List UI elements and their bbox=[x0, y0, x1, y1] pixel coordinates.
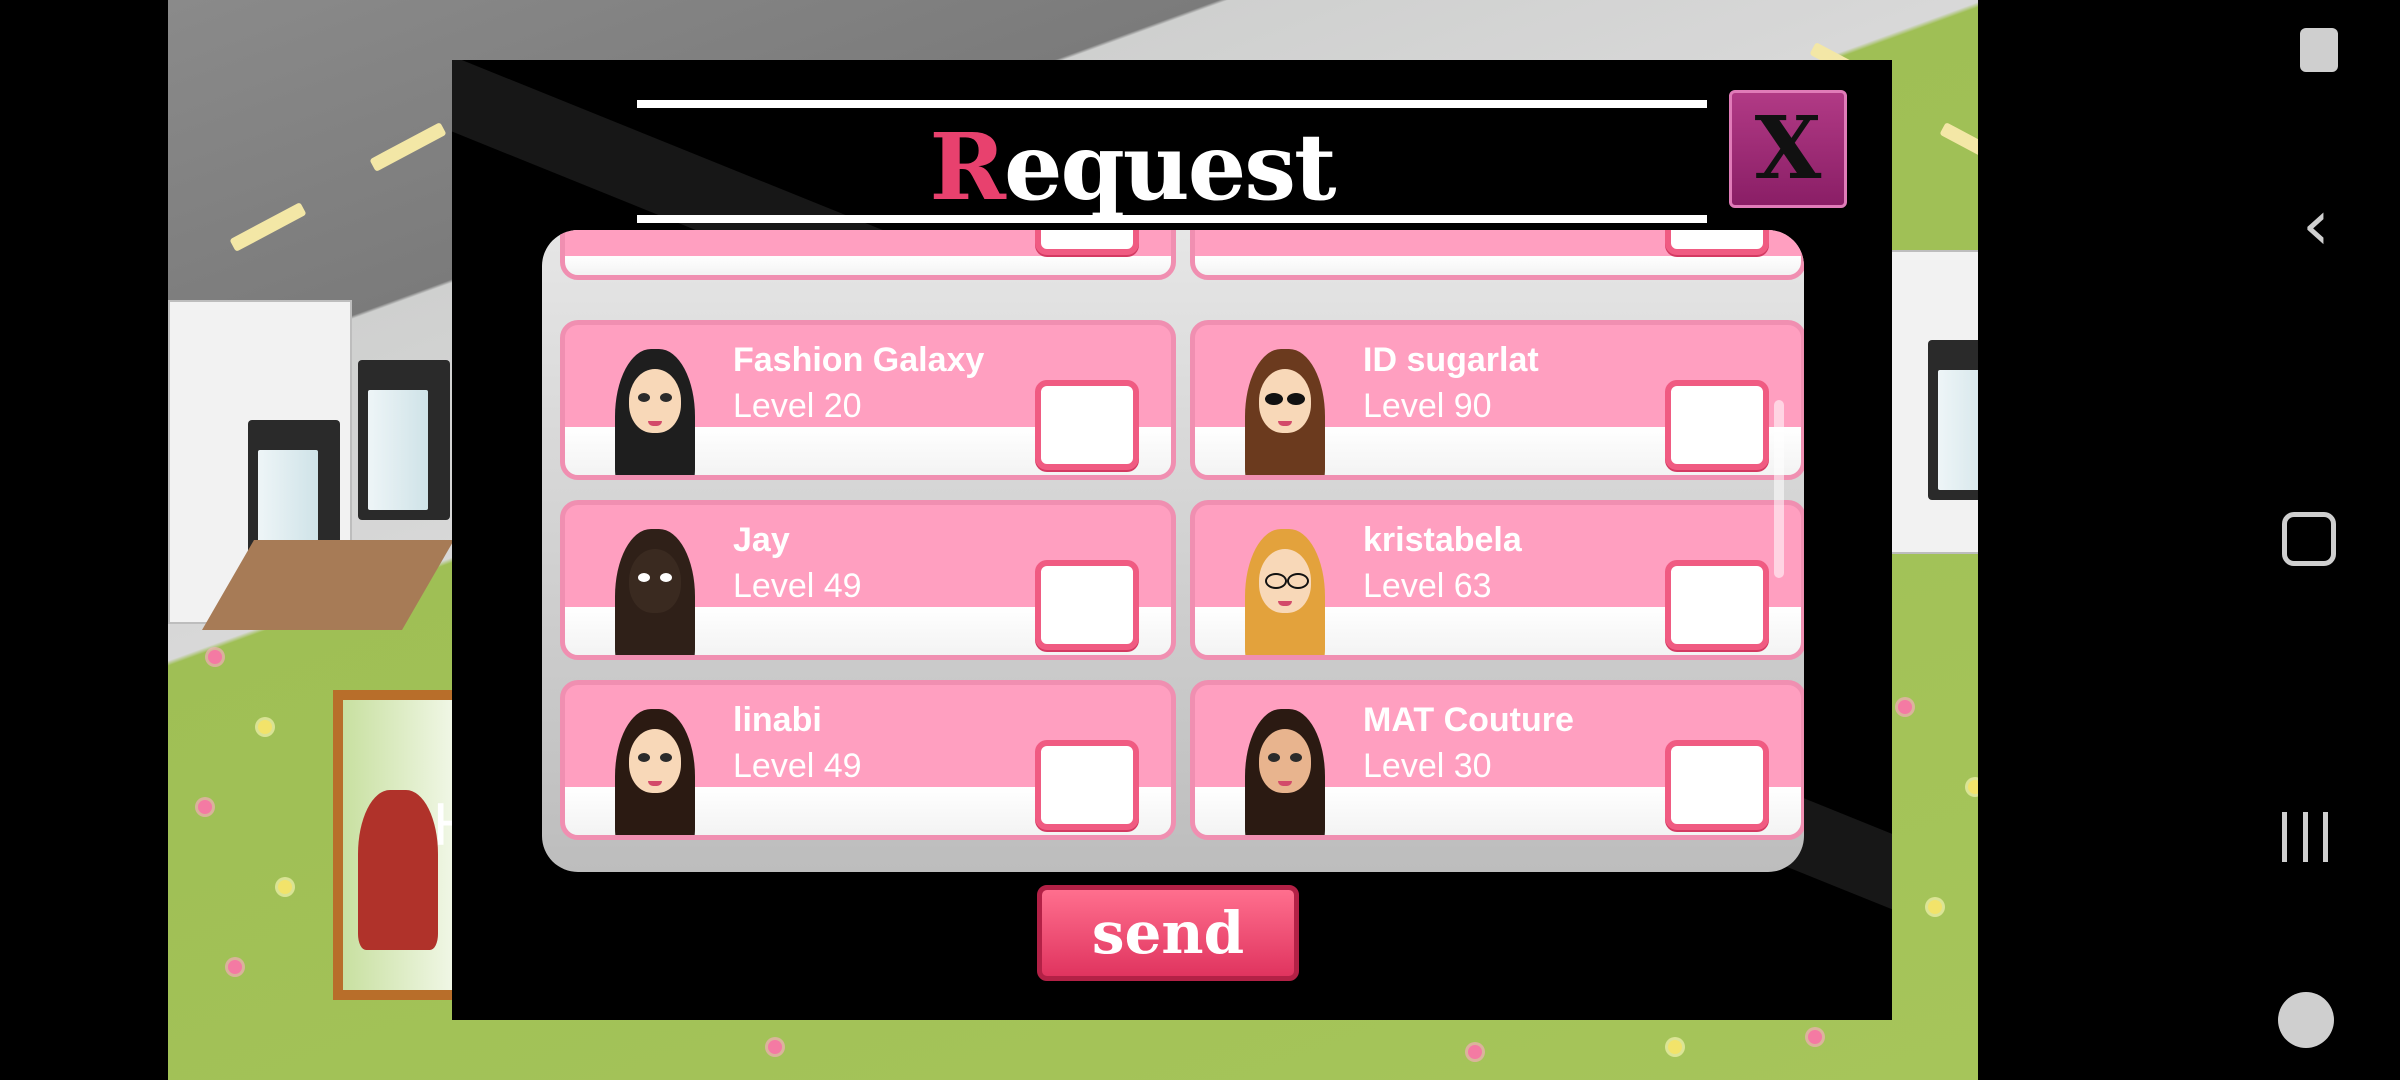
friend-card[interactable]: linabi Level 49 bbox=[560, 680, 1176, 840]
game-tools-icon[interactable] bbox=[2278, 992, 2334, 1048]
friend-card[interactable] bbox=[560, 230, 1176, 280]
friend-card[interactable]: Jay Level 49 bbox=[560, 500, 1176, 660]
friend-avatar bbox=[605, 339, 705, 475]
home-icon[interactable] bbox=[2282, 512, 2336, 566]
friend-avatar bbox=[1235, 519, 1335, 655]
sunglasses-icon bbox=[1287, 393, 1305, 405]
road-stripe bbox=[369, 122, 447, 172]
close-icon: X bbox=[1754, 98, 1822, 199]
friend-checkbox[interactable] bbox=[1665, 740, 1769, 830]
fitting-room bbox=[1928, 340, 1978, 500]
friend-name: kristabela bbox=[1363, 521, 1522, 559]
friend-checkbox[interactable] bbox=[1665, 560, 1769, 650]
friend-card[interactable]: MAT Couture Level 30 bbox=[1190, 680, 1804, 840]
friend-name: MAT Couture bbox=[1363, 701, 1574, 739]
road-stripe bbox=[229, 202, 307, 252]
send-label: send bbox=[1091, 899, 1245, 967]
flower bbox=[198, 800, 212, 814]
avatar-eye bbox=[638, 573, 650, 582]
avatar-eye bbox=[660, 393, 672, 402]
dialog-title: Request bbox=[782, 112, 1482, 222]
title-initial: R bbox=[929, 113, 1005, 221]
back-icon[interactable]: ‹ bbox=[2302, 190, 2330, 260]
flower bbox=[258, 720, 272, 734]
flower bbox=[1808, 1030, 1822, 1044]
avatar-eye bbox=[660, 573, 672, 582]
recents-icon[interactable] bbox=[2282, 812, 2328, 862]
friend-checkbox[interactable] bbox=[1665, 380, 1769, 470]
flower bbox=[1468, 1045, 1482, 1059]
avatar-eye bbox=[660, 753, 672, 762]
send-button[interactable]: send bbox=[1037, 885, 1299, 981]
list-scrollbar[interactable] bbox=[1774, 400, 1784, 578]
flower bbox=[1668, 1040, 1682, 1054]
friend-level: Level 49 bbox=[733, 567, 862, 605]
friend-level: Level 30 bbox=[1363, 747, 1492, 785]
friend-checkbox[interactable] bbox=[1665, 230, 1769, 255]
system-nav-bar: ‹ bbox=[1978, 0, 2400, 1080]
friend-avatar bbox=[1235, 699, 1335, 835]
friend-name: Fashion Galaxy bbox=[733, 341, 985, 379]
friend-level: Level 20 bbox=[733, 387, 862, 425]
friend-card[interactable]: ID sugarlat Level 90 bbox=[1190, 320, 1804, 480]
friend-avatar bbox=[1235, 339, 1335, 475]
friend-avatar bbox=[605, 519, 705, 655]
friend-card[interactable]: Fashion Galaxy Level 20 bbox=[560, 320, 1176, 480]
friend-level: Level 63 bbox=[1363, 567, 1492, 605]
flower bbox=[1968, 780, 1978, 794]
flower bbox=[768, 1040, 782, 1054]
friend-card[interactable] bbox=[1190, 230, 1804, 280]
friends-list[interactable]: Fashion Galaxy Level 20 ID sugarlat Leve… bbox=[542, 230, 1804, 872]
flower bbox=[1898, 700, 1912, 714]
title-top-line bbox=[637, 100, 1707, 108]
friend-checkbox[interactable] bbox=[1035, 380, 1139, 470]
friend-name: ID sugarlat bbox=[1363, 341, 1539, 379]
glasses-icon bbox=[1265, 573, 1287, 589]
friend-card[interactable]: kristabela Level 63 bbox=[1190, 500, 1804, 660]
friend-level: Level 49 bbox=[733, 747, 862, 785]
request-dialog: Request X Fashion Galaxy Level 20 ID sug… bbox=[452, 60, 1892, 1020]
friend-level: Level 90 bbox=[1363, 387, 1492, 425]
friend-avatar bbox=[605, 699, 705, 835]
friend-checkbox[interactable] bbox=[1035, 740, 1139, 830]
accessibility-icon[interactable] bbox=[2300, 28, 2338, 72]
sunglasses-icon bbox=[1265, 393, 1283, 405]
friend-name: Jay bbox=[733, 521, 790, 559]
title-rest: equest bbox=[1003, 113, 1337, 221]
avatar-eye bbox=[1290, 753, 1302, 762]
flower bbox=[1928, 900, 1942, 914]
flower bbox=[208, 650, 222, 664]
avatar-face bbox=[629, 549, 681, 613]
friend-checkbox[interactable] bbox=[1035, 230, 1139, 255]
flower bbox=[278, 880, 292, 894]
friend-checkbox[interactable] bbox=[1035, 560, 1139, 650]
flower bbox=[228, 960, 242, 974]
friend-name: linabi bbox=[733, 701, 822, 739]
fitting-room bbox=[358, 360, 450, 520]
close-button[interactable]: X bbox=[1729, 90, 1847, 208]
glasses-icon bbox=[1287, 573, 1309, 589]
avatar-eye bbox=[638, 753, 650, 762]
avatar-eye bbox=[1268, 753, 1280, 762]
avatar-eye bbox=[638, 393, 650, 402]
road-stripe bbox=[1939, 122, 1978, 172]
billboard-person bbox=[358, 790, 438, 950]
